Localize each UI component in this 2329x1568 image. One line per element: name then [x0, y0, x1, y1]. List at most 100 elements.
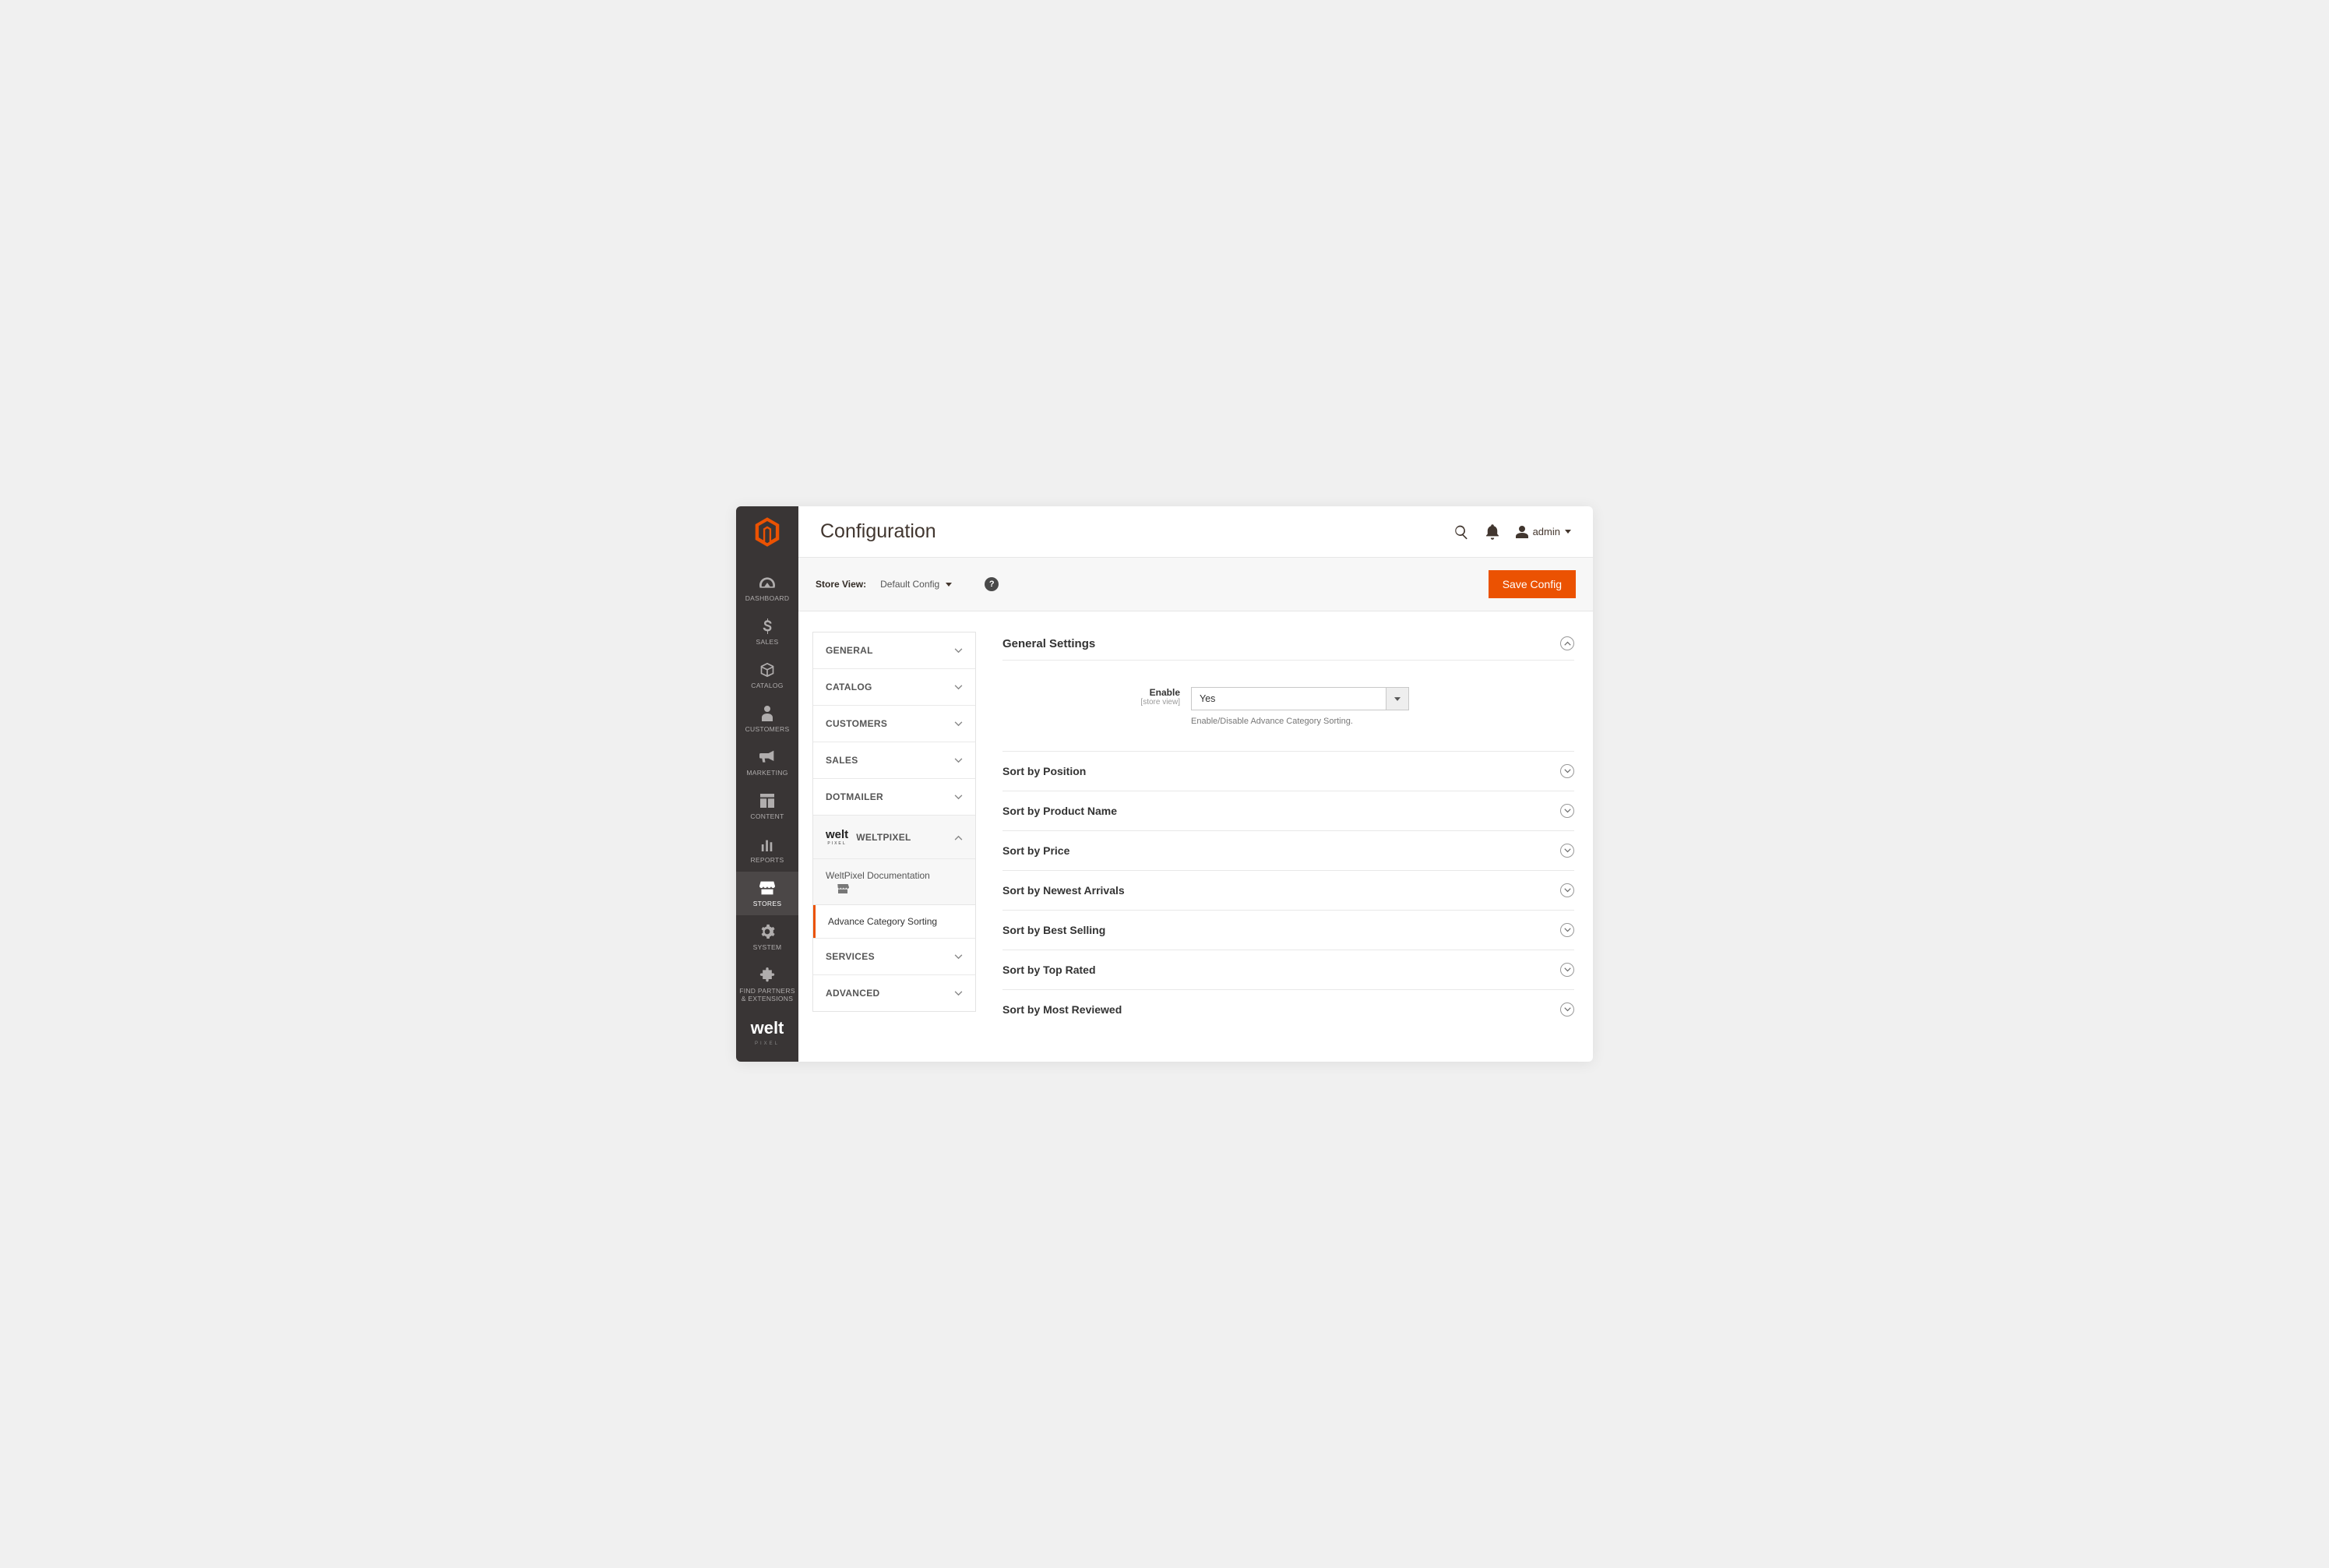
content-area: Configuration admin Store View: Default … — [798, 506, 1593, 1062]
person-icon — [759, 705, 776, 722]
nav-marketing[interactable]: MARKETING — [736, 741, 798, 784]
section-sort-newest[interactable]: Sort by Newest Arrivals — [1002, 870, 1574, 910]
config-tab-sales[interactable]: SALES — [813, 742, 975, 779]
section-sort-position[interactable]: Sort by Position — [1002, 751, 1574, 791]
chevron-down-icon — [954, 718, 963, 729]
search-icon[interactable] — [1453, 524, 1469, 540]
field-scope: [store view] — [1002, 698, 1180, 706]
nav-label: STORES — [753, 900, 782, 907]
section-sort-price[interactable]: Sort by Price — [1002, 830, 1574, 870]
section-sort-toprated[interactable]: Sort by Top Rated — [1002, 950, 1574, 989]
config-tabs: GENERAL CATALOG CUSTOMERS SALES DOTMAILE… — [812, 632, 976, 1012]
subitem-label: WeltPixel Documentation — [826, 870, 966, 881]
config-tab-label: SERVICES — [826, 951, 875, 962]
config-tab-customers[interactable]: CUSTOMERS — [813, 706, 975, 742]
enable-select[interactable]: Yes — [1191, 687, 1409, 710]
chevron-down-icon — [954, 988, 963, 999]
dollar-icon — [759, 618, 776, 635]
bars-icon — [759, 836, 776, 853]
section-sort-product-name[interactable]: Sort by Product Name — [1002, 791, 1574, 830]
config-tab-weltpixel[interactable]: welt PIXEL WELTPIXEL — [813, 816, 975, 859]
weltpixel-brand-sub: PIXEL — [755, 1041, 780, 1046]
magento-logo-icon — [754, 517, 780, 551]
config-tab-catalog[interactable]: CATALOG — [813, 669, 975, 706]
nav-label: MARKETING — [746, 769, 787, 777]
weltpixel-brand-icon: welt — [751, 1010, 784, 1043]
nav-label: SYSTEM — [753, 943, 782, 951]
bell-icon[interactable] — [1486, 524, 1499, 540]
admin-user-label: admin — [1533, 526, 1560, 537]
expand-down-icon[interactable] — [1560, 764, 1574, 778]
nav-dashboard[interactable]: DASHBOARD — [736, 566, 798, 610]
header-actions: admin — [1453, 524, 1571, 540]
nav-customers[interactable]: CUSTOMERS — [736, 697, 798, 741]
chevron-down-icon — [954, 645, 963, 656]
section-title: Sort by Price — [1002, 844, 1069, 857]
chevron-up-icon — [954, 832, 963, 843]
gear-icon — [759, 923, 776, 940]
section-sort-bestselling[interactable]: Sort by Best Selling — [1002, 910, 1574, 950]
config-tab-weltpixel-subitems: WeltPixel Documentation Advance Category… — [813, 859, 975, 939]
nav-stores[interactable]: STORES — [736, 872, 798, 915]
user-icon — [1516, 526, 1528, 538]
section-title: Sort by Best Selling — [1002, 924, 1105, 936]
collapse-up-icon[interactable] — [1560, 636, 1574, 650]
expand-down-icon[interactable] — [1560, 844, 1574, 858]
config-tab-services[interactable]: SERVICES — [813, 939, 975, 975]
store-view-selector[interactable]: Default Config — [880, 579, 952, 590]
config-tab-general[interactable]: GENERAL — [813, 632, 975, 669]
nav-label: REPORTS — [750, 856, 784, 864]
nav-label: DASHBOARD — [745, 594, 790, 602]
box-icon — [759, 661, 776, 678]
nav-system[interactable]: SYSTEM — [736, 915, 798, 959]
expand-down-icon[interactable] — [1560, 804, 1574, 818]
left-nav: DASHBOARD SALES CATALOG CUSTOMERS MARKET — [736, 506, 798, 1062]
expand-down-icon[interactable] — [1560, 883, 1574, 897]
subitem-advance-category-sorting[interactable]: Advance Category Sorting — [813, 905, 975, 938]
enable-select-value: Yes — [1191, 687, 1386, 710]
field-enable: Enable [store view] Yes Enable/Disable A… — [1002, 671, 1574, 734]
nav-label: CATALOG — [751, 682, 783, 689]
expand-down-icon[interactable] — [1560, 1002, 1574, 1017]
config-tab-label: CATALOG — [826, 682, 872, 692]
chevron-down-icon — [954, 682, 963, 692]
admin-window: DASHBOARD SALES CATALOG CUSTOMERS MARKET — [736, 506, 1593, 1062]
config-tab-label: SALES — [826, 755, 858, 766]
config-tab-dotmailer[interactable]: DOTMAILER — [813, 779, 975, 816]
nav-content[interactable]: CONTENT — [736, 784, 798, 828]
config-tab-label: GENERAL — [826, 645, 873, 656]
config-tab-label: CUSTOMERS — [826, 718, 887, 729]
weltpixel-tab-icon: welt PIXEL — [826, 828, 848, 846]
storefront-mini-icon — [837, 884, 849, 893]
section-sort-most-reviewed[interactable]: Sort by Most Reviewed — [1002, 989, 1574, 1029]
save-config-button[interactable]: Save Config — [1489, 570, 1576, 598]
config-tab-label: DOTMAILER — [826, 791, 883, 802]
help-icon[interactable]: ? — [985, 577, 999, 591]
expand-down-icon[interactable] — [1560, 923, 1574, 937]
divider — [1002, 660, 1574, 661]
admin-user-menu[interactable]: admin — [1516, 526, 1571, 538]
settings-panel: General Settings Enable [store view] Yes — [1002, 632, 1574, 1029]
nav-catalog[interactable]: CATALOG — [736, 654, 798, 697]
section-title: Sort by Newest Arrivals — [1002, 884, 1125, 897]
section-title: Sort by Product Name — [1002, 805, 1117, 817]
config-tab-label: WELTPIXEL — [856, 832, 911, 843]
nav-partners[interactable]: FIND PARTNERS & EXTENSIONS — [736, 959, 798, 1010]
store-view-value: Default Config — [880, 579, 939, 590]
megaphone-icon — [759, 749, 776, 766]
section-title: General Settings — [1002, 637, 1095, 650]
gauge-icon — [759, 574, 776, 591]
storefront-icon — [759, 879, 776, 897]
puzzle-icon — [759, 967, 776, 984]
nav-reports[interactable]: REPORTS — [736, 828, 798, 872]
config-tab-advanced[interactable]: ADVANCED — [813, 975, 975, 1011]
subitem-weltpixel-documentation[interactable]: WeltPixel Documentation — [813, 859, 975, 904]
config-body: GENERAL CATALOG CUSTOMERS SALES DOTMAILE… — [798, 611, 1593, 1060]
section-general-settings[interactable]: General Settings — [1002, 632, 1574, 660]
section-title: Sort by Position — [1002, 765, 1086, 777]
chevron-down-icon — [954, 755, 963, 766]
nav-label: CONTENT — [750, 812, 784, 820]
expand-down-icon[interactable] — [1560, 963, 1574, 977]
nav-sales[interactable]: SALES — [736, 610, 798, 654]
page-title: Configuration — [820, 520, 1453, 543]
